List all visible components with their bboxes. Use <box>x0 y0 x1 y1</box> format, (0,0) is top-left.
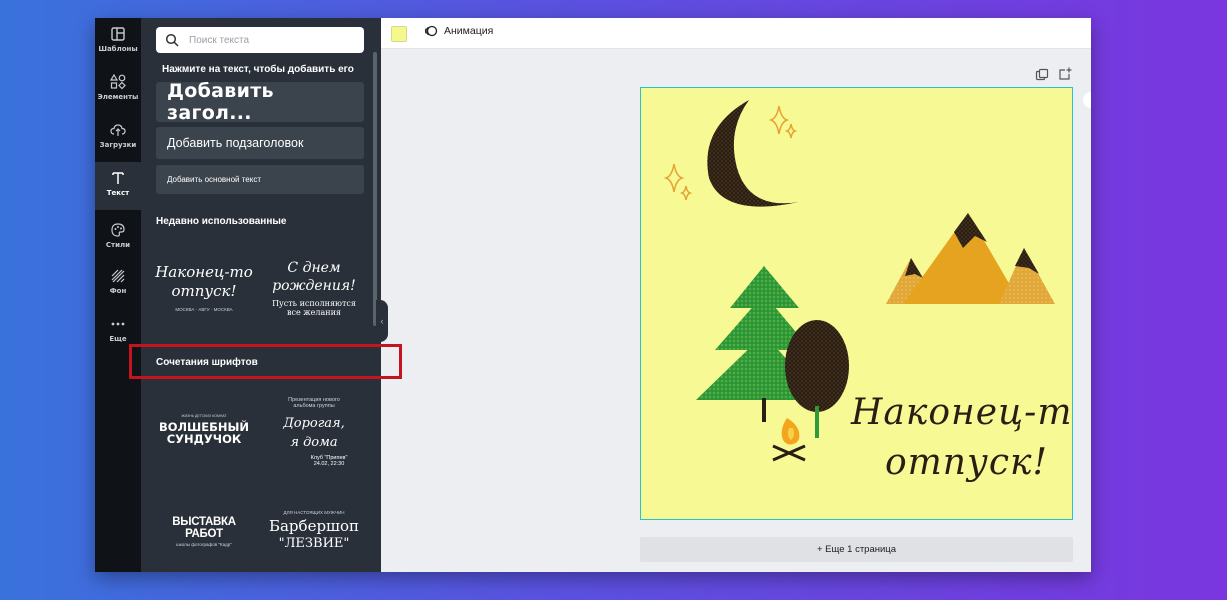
recent-combo-2-line4: все желания <box>287 307 341 317</box>
editor-toolbar: Анимация <box>381 18 1091 49</box>
more-dots-icon <box>110 316 126 332</box>
search-icon <box>165 33 179 47</box>
text-icon <box>110 170 126 186</box>
recent-combo-1-line2: отпуск! <box>171 282 237 300</box>
background-color-swatch[interactable] <box>391 26 407 42</box>
campfire-shape <box>772 418 806 462</box>
font-combo-2-date: 24.02, 22:30 <box>313 460 345 467</box>
rail-background[interactable]: Фон <box>95 260 141 308</box>
add-heading-button[interactable]: Добавить загол... <box>156 80 364 124</box>
collapse-panel-button[interactable]: ‹ <box>376 300 388 342</box>
animation-label: Анимация <box>444 25 494 37</box>
background-pattern-icon <box>110 268 126 284</box>
rail-styles[interactable]: Стили <box>95 214 141 262</box>
font-combo-1-small: ЖИЗНЬ ДЕТСКИХ КОМНАТ <box>181 413 227 418</box>
rail-text-label: Текст <box>106 189 130 197</box>
chevron-left-icon: ‹ <box>380 316 384 326</box>
recent-combo-2-line2: рождения! <box>272 277 356 294</box>
rail-templates-label: Шаблоны <box>98 45 138 53</box>
rail-elements-label: Элементы <box>97 93 139 101</box>
palette-icon <box>110 222 126 238</box>
search-box[interactable] <box>156 27 364 53</box>
font-combo-4[interactable]: ДЛЯ НАСТОЯЩИХ МУЖЧИН Барбершоп "ЛЕЗВИЕ" <box>265 486 363 572</box>
add-page-icon[interactable] <box>1058 67 1072 81</box>
rail-styles-label: Стили <box>105 241 131 249</box>
font-combo-4-line2: "ЛЕЗВИЕ" <box>278 535 350 551</box>
animation-icon <box>424 25 438 37</box>
rail-uploads-label: Загрузки <box>99 141 137 149</box>
font-combo-2-small2: альбома группы <box>293 402 335 409</box>
rail-uploads[interactable]: Загрузки <box>95 114 141 162</box>
font-combo-2[interactable]: Презентация нового альбома группы Дорога… <box>265 384 363 479</box>
recent-combo-2-line3: Пусть исполняются <box>272 298 356 308</box>
recent-text-combo-2[interactable]: С днем рождения! Пусть исполняются все ж… <box>265 243 363 333</box>
font-combo-1-line1: ВОЛШЕБНЫЙ <box>158 419 250 434</box>
recent-text-combo-1[interactable]: Наконец-то отпуск! МОСКВА · АВГУ · МОСКВ… <box>155 243 253 333</box>
font-combo-3[interactable]: ВЫСТАВКА РАБОТ школы фотографов "Кадр" <box>155 486 253 572</box>
mountains-shape <box>886 213 1055 304</box>
font-combo-3-line1: ВЫСТАВКА РАБОТ <box>172 515 236 540</box>
font-combo-4-line1: Барбершоп <box>268 516 360 535</box>
animation-button[interactable]: Анимация <box>424 24 493 38</box>
recent-combo-2-line1: С днем <box>287 259 341 276</box>
rail-text[interactable]: Текст <box>95 162 141 210</box>
moon-shape <box>707 100 799 207</box>
recent-combo-1-line1: Наконец-то <box>155 263 253 281</box>
add-page-button[interactable]: + Еще 1 страница <box>640 537 1073 562</box>
duplicate-page-icon[interactable] <box>1035 68 1049 82</box>
font-combo-2-line2: я дома <box>290 434 338 450</box>
rail-more-label: Еще <box>109 335 127 343</box>
recent-section-title: Недавно использованные <box>156 216 287 227</box>
side-rail: Шаблоны Элементы Загрузки Текст Стили Фо… <box>95 18 141 572</box>
font-combo-1[interactable]: ЖИЗНЬ ДЕТСКИХ КОМНАТ ВОЛШЕБНЫЙ СУНДУЧОК <box>155 384 253 474</box>
panel-scrollbar[interactable] <box>373 52 377 326</box>
font-combo-4-small: ДЛЯ НАСТОЯЩИХ МУЖЧИН <box>283 509 345 515</box>
highlight-box <box>129 344 402 379</box>
add-body-text-button[interactable]: Добавить основной текст <box>156 165 364 194</box>
font-combo-3-small: школы фотографов "Кадр" <box>176 541 232 547</box>
rail-elements[interactable]: Элементы <box>95 66 141 114</box>
rail-templates[interactable]: Шаблоны <box>95 18 141 66</box>
search-input[interactable] <box>187 33 351 47</box>
add-subheading-button[interactable]: Добавить подзаголовок <box>156 127 364 159</box>
add-text-hint: Нажмите на текст, чтобы добавить его <box>162 64 354 75</box>
font-combo-2-line1: Дорогая, <box>283 415 345 431</box>
template-icon <box>110 26 126 42</box>
font-combo-1-line2: СУНДУЧОК <box>166 431 242 446</box>
design-text-line1[interactable]: Наконец-то <box>851 392 1072 433</box>
bush-shape <box>785 320 849 438</box>
upload-cloud-icon <box>110 122 126 138</box>
rail-background-label: Фон <box>109 287 127 295</box>
canvas-side-handle[interactable] <box>1083 92 1091 108</box>
shapes-icon <box>110 74 126 90</box>
design-text-line2[interactable]: отпуск! <box>885 442 1048 483</box>
recent-combo-1-caption: МОСКВА · АВГУ · МОСКВА <box>175 307 233 312</box>
design-canvas[interactable]: Наконец-то отпуск! <box>640 87 1073 520</box>
editor-window: Шаблоны Элементы Загрузки Текст Стили Фо… <box>95 18 1091 572</box>
text-panel: Нажмите на текст, чтобы добавить его Доб… <box>141 18 381 572</box>
